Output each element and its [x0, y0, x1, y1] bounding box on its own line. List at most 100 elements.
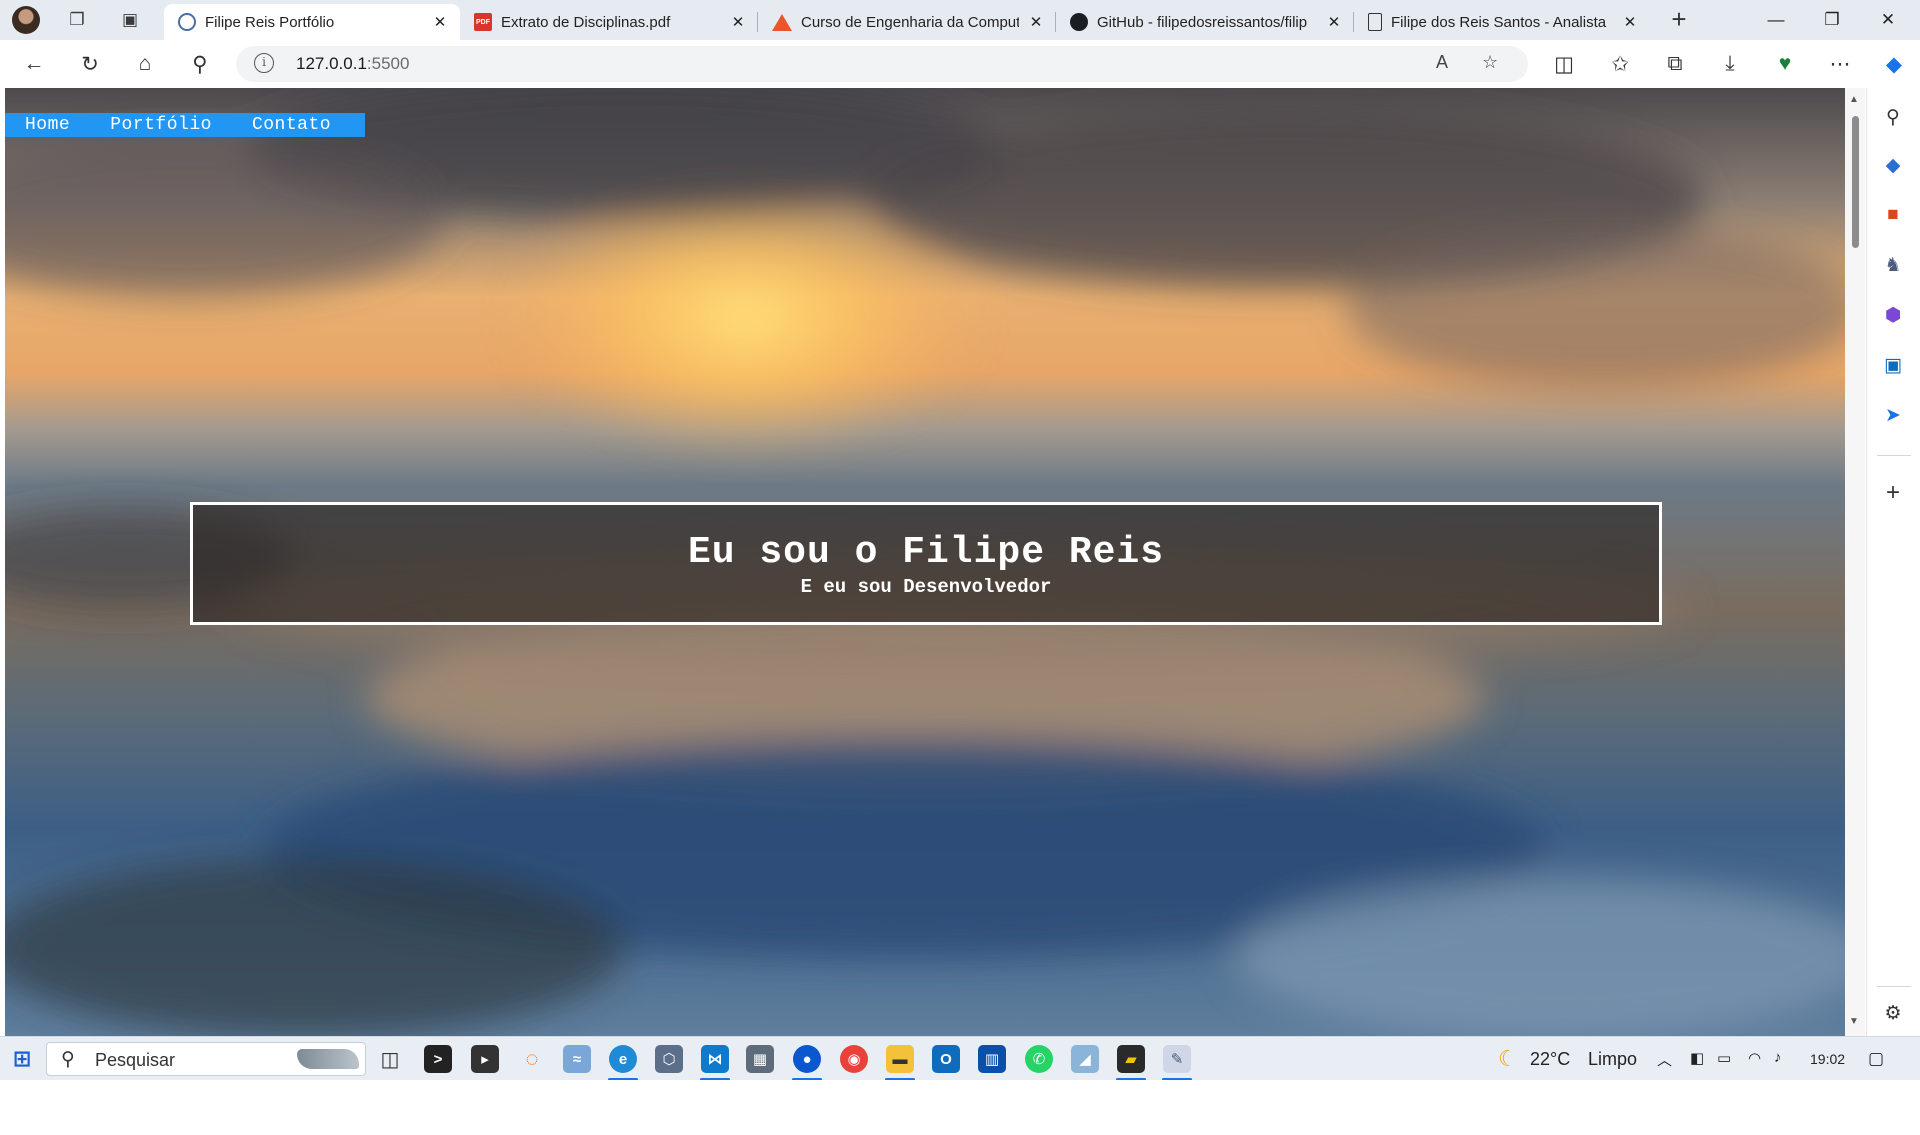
url-host: 127.0.0.1: [296, 54, 367, 73]
search-placeholder: Pesquisar: [95, 1050, 176, 1070]
close-tab-icon[interactable]: ✕: [1326, 13, 1342, 31]
profile-avatar[interactable]: [12, 6, 40, 34]
tab-curso[interactable]: Curso de Engenharia da Comput ✕: [758, 4, 1056, 40]
vscode-icon[interactable]: ⋈: [701, 1045, 729, 1073]
home-icon[interactable]: ⌂: [131, 50, 159, 78]
notifications-icon[interactable]: ▢: [1868, 1049, 1884, 1069]
battery-icon[interactable]: ▭: [1717, 1049, 1731, 1067]
sidebar-settings-gear-icon[interactable]: ⚙: [1880, 1000, 1906, 1026]
tab-portfolio[interactable]: Filipe Reis Portfólio ✕: [164, 4, 460, 40]
chrome-icon[interactable]: ◉: [840, 1045, 868, 1073]
pdf-icon: PDF: [474, 13, 492, 31]
url-port: :5500: [366, 54, 410, 73]
wifi-icon[interactable]: ◠: [1748, 1049, 1761, 1067]
games-icon[interactable]: ♞: [1880, 252, 1906, 278]
nav-link-portfolio[interactable]: Portfólio: [110, 115, 212, 135]
downloads-icon[interactable]: ⤓: [1716, 50, 1744, 78]
document-icon: [1368, 13, 1382, 31]
more-menu-icon[interactable]: ⋯: [1826, 50, 1854, 78]
add-sidebar-icon[interactable]: +: [1880, 479, 1906, 506]
address-bar[interactable]: i 127.0.0.1:5500 A ☆: [236, 46, 1528, 82]
nav-link-contato[interactable]: Contato: [252, 115, 331, 135]
page-scrollbar[interactable]: ▲ ▼: [1845, 88, 1865, 1036]
app-paper-icon[interactable]: ◢: [1071, 1045, 1099, 1073]
favorites-icon[interactable]: ✩: [1606, 50, 1634, 78]
tray-chevron-up-icon[interactable]: ︿: [1657, 1049, 1672, 1070]
outlook-new-icon[interactable]: O: [932, 1045, 960, 1073]
firefox-icon[interactable]: ●: [793, 1045, 821, 1073]
refresh-icon[interactable]: ↻: [76, 50, 104, 78]
scroll-up-arrow-icon[interactable]: ▲: [1849, 94, 1859, 105]
triangle-logo-icon: [772, 13, 792, 31]
copilot-icon[interactable]: ◆: [1880, 50, 1908, 78]
taskbar-search-box[interactable]: ⚲ Pesquisar: [46, 1042, 366, 1076]
photos-icon[interactable]: ≈: [563, 1045, 591, 1073]
close-window-button[interactable]: ✕: [1860, 0, 1916, 40]
tab-extrato[interactable]: PDF Extrato de Disciplinas.pdf ✕: [460, 4, 758, 40]
hero-subtitle: E eu sou Desenvolvedor: [800, 576, 1052, 598]
outlook-icon[interactable]: ▣: [1880, 352, 1906, 378]
m365-icon[interactable]: ⬢: [1880, 302, 1906, 328]
tab-github[interactable]: GitHub - filipedosreissantos/filip ✕: [1056, 4, 1354, 40]
calculator-icon[interactable]: ▦: [746, 1045, 774, 1073]
site-info-icon[interactable]: i: [254, 53, 274, 73]
restore-button[interactable]: ❐: [1804, 0, 1860, 40]
split-screen-icon[interactable]: ◫: [1550, 50, 1578, 78]
close-tab-icon[interactable]: ✕: [1028, 13, 1044, 31]
tab-title: Extrato de Disciplinas.pdf: [501, 13, 671, 31]
weather-moon-icon[interactable]: ☾: [1498, 1046, 1518, 1072]
site-nav: Home Portfólio Contato: [5, 113, 365, 137]
close-tab-icon[interactable]: ✕: [730, 13, 746, 31]
windows-taskbar: ⊞ ⚲ Pesquisar ◫ > ▸ ◌ ≈ e ⬡ ⋈ ▦ ● ◉ ▬ O …: [0, 1036, 1920, 1081]
sidebar-search-icon[interactable]: ⚲: [1880, 104, 1906, 130]
sidebar-divider: [1877, 986, 1911, 987]
shopping-tag-icon[interactable]: ◆: [1880, 152, 1906, 178]
sticky-notes-icon[interactable]: ▰: [1117, 1045, 1145, 1073]
tab-title: Filipe dos Reis Santos - Analista: [1391, 13, 1607, 31]
whatsapp-icon[interactable]: ✆: [1025, 1045, 1053, 1073]
scrollbar-thumb[interactable]: [1852, 116, 1859, 248]
edge-icon[interactable]: e: [609, 1045, 637, 1073]
collections-icon[interactable]: ⧉: [1661, 50, 1689, 78]
store-icon[interactable]: ▥: [978, 1045, 1006, 1073]
volume-icon[interactable]: ♪: [1774, 1049, 1782, 1066]
tab-title: GitHub - filipedosreissantos/filip: [1097, 13, 1308, 31]
app-swirl-icon[interactable]: ◌: [518, 1045, 546, 1073]
read-aloud-icon[interactable]: A: [1436, 52, 1448, 73]
close-tab-icon[interactable]: ✕: [432, 13, 448, 31]
paint-icon[interactable]: ✎: [1163, 1045, 1191, 1073]
cube-app-icon[interactable]: ⬡: [655, 1045, 683, 1073]
new-tab-button[interactable]: +: [1664, 5, 1694, 35]
send-icon[interactable]: ➤: [1880, 402, 1906, 428]
clock-time[interactable]: 19:02: [1810, 1051, 1845, 1067]
workspaces-icon[interactable]: ❐: [65, 8, 89, 32]
weather-temperature[interactable]: 22°C: [1530, 1049, 1570, 1070]
file-explorer-icon[interactable]: ▬: [886, 1045, 914, 1073]
url-text[interactable]: 127.0.0.1:5500: [296, 54, 409, 74]
hero-title: Eu sou o Filipe Reis: [687, 531, 1165, 574]
page-viewport: Home Portfólio Contato Eu sou o Filipe R…: [5, 88, 1845, 1036]
vertical-tabs-icon[interactable]: ▣: [118, 8, 142, 32]
meet-now-icon[interactable]: ◧: [1690, 1049, 1704, 1067]
github-icon: [1070, 13, 1088, 31]
browser-essentials-icon[interactable]: ♥: [1771, 50, 1799, 78]
task-view-icon[interactable]: ◫: [376, 1045, 404, 1073]
minimize-button[interactable]: —: [1748, 0, 1804, 40]
sidebar-divider: [1877, 455, 1911, 456]
tab-linkedin[interactable]: Filipe dos Reis Santos - Analista ✕: [1354, 4, 1650, 40]
scroll-down-arrow-icon[interactable]: ▼: [1849, 1016, 1859, 1027]
search-highlight-image: [297, 1049, 359, 1069]
weather-description[interactable]: Limpo: [1588, 1049, 1637, 1070]
terminal-icon[interactable]: >: [424, 1045, 452, 1073]
search-icon: ⚲: [61, 1049, 75, 1070]
favorite-star-icon[interactable]: ☆: [1482, 52, 1498, 73]
close-tab-icon[interactable]: ✕: [1622, 13, 1638, 31]
screen-bottom-area: [0, 1080, 1920, 1135]
tools-briefcase-icon[interactable]: ■: [1880, 202, 1906, 228]
powershell-icon[interactable]: ▸: [471, 1045, 499, 1073]
nav-link-home[interactable]: Home: [25, 115, 70, 135]
back-arrow-icon[interactable]: ←: [20, 50, 48, 78]
windows-start-icon[interactable]: ⊞: [8, 1045, 36, 1073]
tab-strip: ❐ ▣ Filipe Reis Portfólio ✕ PDF Extrato …: [0, 0, 1920, 40]
search-icon[interactable]: ⚲: [186, 50, 214, 78]
